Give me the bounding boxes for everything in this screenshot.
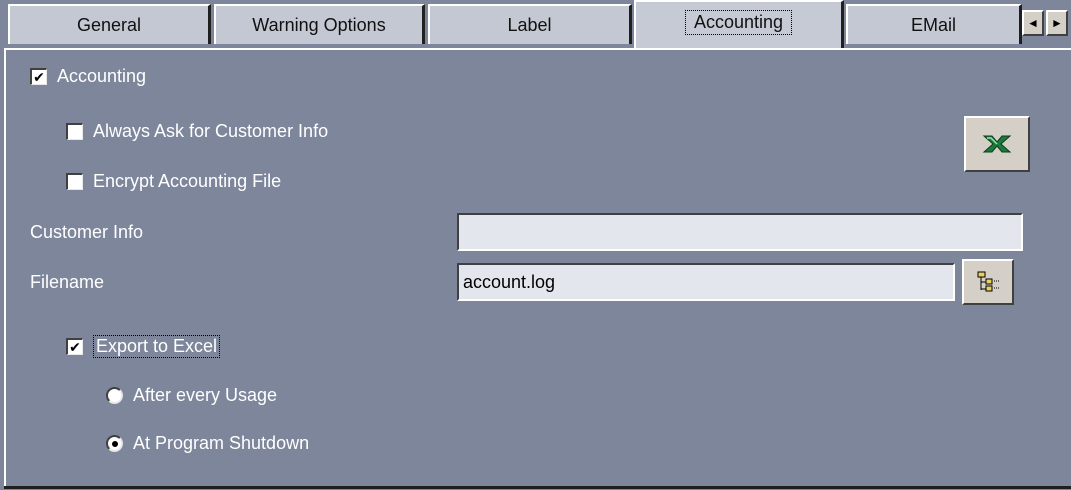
tab-email[interactable]: EMail <box>846 4 1022 44</box>
scroll-right-icon[interactable]: ► <box>1046 10 1068 36</box>
tab-label: Warning Options <box>252 14 386 35</box>
always-ask-label: Always Ask for Customer Info <box>93 121 329 141</box>
radio-shutdown[interactable] <box>106 435 123 452</box>
browse-button[interactable] <box>962 259 1014 305</box>
excel-icon <box>982 135 1012 153</box>
tab-scroll-buttons: ◄ ► <box>1022 10 1071 40</box>
customer-info-field[interactable] <box>457 213 1023 251</box>
accounting-checkbox[interactable]: ✔ <box>30 68 47 85</box>
accounting-checkbox-row[interactable]: ✔ Accounting <box>30 66 146 87</box>
tab-label: Accounting <box>684 9 793 35</box>
tab-warning-options[interactable]: Warning Options <box>214 4 425 44</box>
radio-selected-dot <box>111 440 118 447</box>
tab-label: EMail <box>910 14 956 35</box>
always-ask-row[interactable]: Always Ask for Customer Info <box>66 121 328 142</box>
folder-tree-icon <box>977 271 999 292</box>
tab-label-tab[interactable]: Label <box>428 4 632 44</box>
radio-shutdown-label: At Program Shutdown <box>133 433 310 453</box>
filename-label: Filename <box>30 272 105 292</box>
export-excel-checkbox[interactable]: ✔ <box>66 338 83 355</box>
encrypt-row[interactable]: Encrypt Accounting File <box>66 171 281 192</box>
tab-strip: General Warning Options Label Accounting… <box>0 0 1071 52</box>
encrypt-label: Encrypt Accounting File <box>93 171 282 191</box>
radio-shutdown-row[interactable]: At Program Shutdown <box>106 433 309 454</box>
radio-after-usage[interactable] <box>106 387 123 404</box>
export-excel-row[interactable]: ✔ Export to Excel <box>66 335 221 358</box>
accounting-checkbox-label: Accounting <box>57 66 147 86</box>
export-excel-label: Export to Excel <box>93 335 221 358</box>
filename-field[interactable] <box>457 263 955 301</box>
tab-label: General <box>76 14 142 35</box>
radio-after-usage-label: After every Usage <box>133 385 278 405</box>
tab-accounting[interactable]: Accounting <box>634 0 844 48</box>
tab-label: Label <box>507 14 552 35</box>
encrypt-checkbox[interactable] <box>66 173 83 190</box>
radio-after-usage-row[interactable]: After every Usage <box>106 385 277 406</box>
always-ask-checkbox[interactable] <box>66 123 83 140</box>
tab-general[interactable]: General <box>8 4 211 44</box>
scroll-left-icon[interactable]: ◄ <box>1022 10 1044 36</box>
excel-button[interactable] <box>964 116 1030 172</box>
panel-bottom-edge <box>4 486 1071 489</box>
customer-info-label: Customer Info <box>30 222 144 242</box>
